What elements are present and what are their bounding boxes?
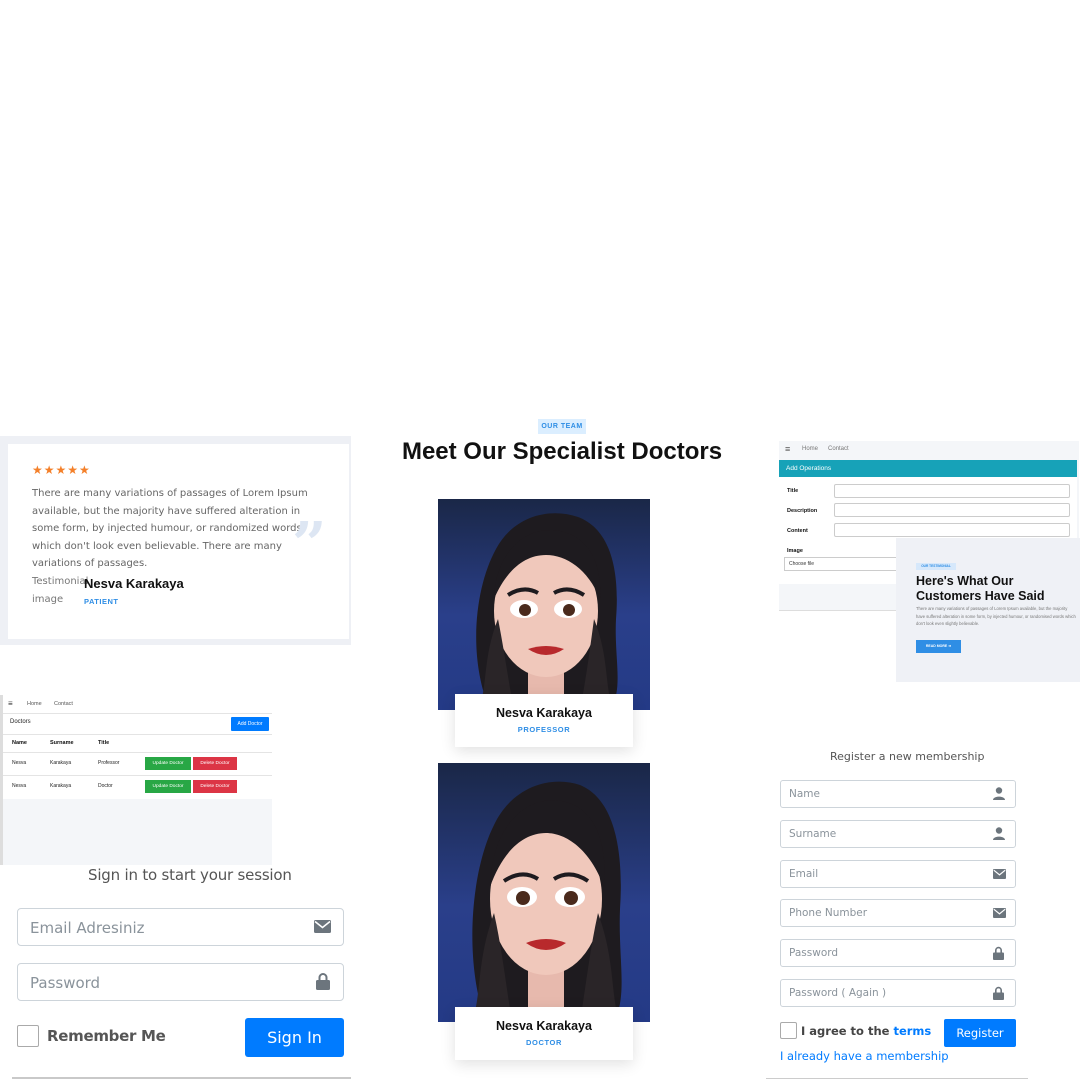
email-placeholder: Email Adresiniz [30, 919, 145, 937]
team-badge: OUR TEAM [538, 419, 586, 434]
terms-link[interactable]: terms [893, 1024, 931, 1038]
update-doctor-button[interactable]: Update Doctor [145, 780, 191, 793]
remember-me-checkbox[interactable] [17, 1025, 39, 1047]
title-label: Title [787, 488, 799, 494]
testimonial-name: Nesva Karakaya [84, 576, 184, 591]
divider [3, 713, 272, 714]
sign-in-button[interactable]: Sign In [245, 1018, 344, 1057]
delete-doctor-button[interactable]: Delete Doctor [193, 757, 237, 770]
doctor-name: Nesva Karakaya [496, 1019, 592, 1033]
password-placeholder: Password [30, 974, 101, 992]
title-input[interactable] [834, 484, 1070, 498]
cell-surname: Karakaya [50, 760, 72, 766]
terms-label[interactable]: I agree to the terms [801, 1024, 931, 1038]
add-doctor-button[interactable]: Add Doctor [231, 717, 269, 731]
cell-title: Doctor [98, 783, 113, 789]
delete-doctor-button[interactable]: Delete Doctor [193, 780, 237, 793]
doctors-title: Doctors [10, 719, 31, 725]
register-title: Register a new membership [830, 750, 985, 763]
name-placeholder: Name [789, 788, 820, 800]
login-link[interactable]: I already have a membership [780, 1049, 949, 1063]
read-more-button[interactable]: READ MORE ➜ [916, 640, 961, 653]
customers-title: Here's What Our Customers Have Said [916, 574, 1045, 603]
divider [12, 1077, 351, 1079]
doctor-card[interactable]: Nesva Karakaya PROFESSOR [455, 694, 633, 747]
signin-title: Sign in to start your session [88, 866, 292, 884]
customers-text: There are many variations of passages of… [916, 606, 1076, 627]
operations-header: Add Operations [779, 460, 1077, 477]
divider [3, 775, 272, 776]
lock-icon [316, 972, 330, 990]
cell-name: Nesva [12, 783, 27, 789]
cell-name: Nesva [12, 760, 27, 766]
password-confirm-placeholder: Password ( Again ) [789, 987, 887, 999]
testimonial-image: Testimonial image [32, 576, 89, 605]
description-label: Description [787, 508, 818, 514]
divider [3, 734, 272, 735]
testimonial-text: There are many variations of passages of… [32, 488, 308, 570]
menu-icon[interactable]: ≡ [8, 699, 13, 708]
divider [3, 752, 272, 753]
doctor-role: DOCTOR [526, 1038, 562, 1047]
user-icon [993, 787, 1005, 800]
nav-contact-link[interactable]: Contact [828, 446, 849, 452]
envelope-icon [993, 869, 1006, 879]
password-placeholder: Password [789, 947, 839, 959]
column-header-surname[interactable]: Surname [50, 740, 74, 746]
register-button[interactable]: Register [944, 1019, 1016, 1047]
divider [766, 1078, 1028, 1079]
terms-checkbox[interactable] [780, 1022, 797, 1039]
nav-home-link[interactable]: Home [27, 701, 42, 707]
doctor-card[interactable]: Nesva Karakaya DOCTOR [455, 1007, 633, 1060]
nav-home-link[interactable]: Home [802, 446, 818, 452]
column-header-name[interactable]: Name [12, 740, 27, 746]
team-title: Meet Our Specialist Doctors [401, 438, 723, 465]
envelope-icon [993, 908, 1006, 918]
user-icon [993, 827, 1005, 840]
image-file-input[interactable]: Choose file [784, 557, 898, 571]
description-input[interactable] [834, 503, 1070, 517]
email-placeholder: Email [789, 868, 819, 880]
testimonial-role: PATIENT [84, 597, 119, 606]
image-label: Image [787, 548, 803, 554]
cell-title: Professor [98, 760, 120, 766]
update-doctor-button[interactable]: Update Doctor [145, 757, 191, 770]
column-header-title[interactable]: Title [98, 740, 109, 746]
doctor-photo [438, 499, 650, 710]
terms-prefix: I agree to the [801, 1024, 894, 1038]
remember-me-label[interactable]: Remember Me [47, 1027, 166, 1045]
doctor-name: Nesva Karakaya [496, 706, 592, 720]
doctor-role: PROFESSOR [517, 725, 571, 734]
cell-surname: Karakaya [50, 783, 72, 789]
customers-badge: OUR TESTIMONIAL [916, 563, 956, 570]
envelope-icon [314, 920, 331, 933]
content-label: Content [787, 528, 808, 534]
lock-icon [993, 986, 1004, 1000]
content-input[interactable] [834, 523, 1070, 537]
surname-placeholder: Surname [789, 828, 837, 840]
doctor-photo [438, 763, 650, 1022]
star-rating: ★★★★★ [32, 463, 91, 477]
menu-icon[interactable]: ≡ [785, 444, 790, 454]
nav-contact-link[interactable]: Contact [54, 701, 73, 707]
phone-placeholder: Phone Number [789, 907, 868, 919]
quote-icon: ” [292, 510, 327, 580]
lock-icon [993, 946, 1004, 960]
